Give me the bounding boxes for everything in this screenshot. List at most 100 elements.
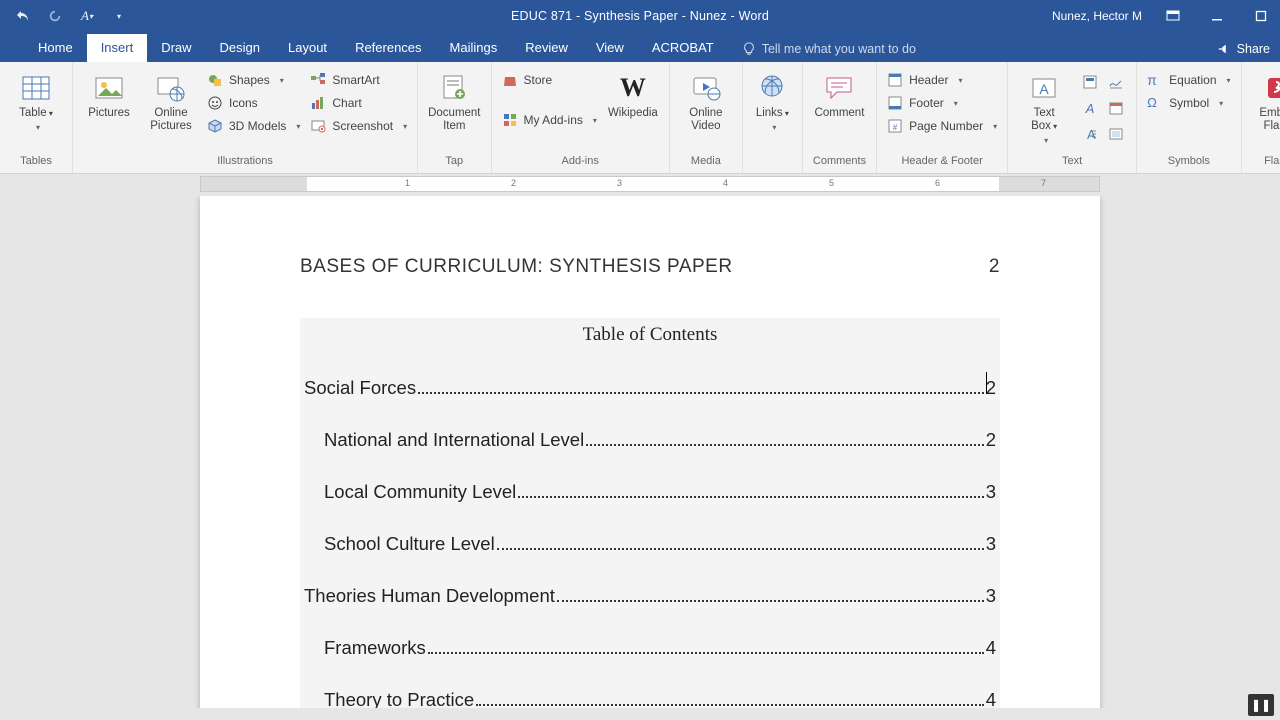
share-label: Share: [1237, 42, 1270, 56]
redo-icon[interactable]: [46, 7, 64, 25]
ribbon-display-icon[interactable]: [1160, 6, 1186, 26]
minimize-icon[interactable]: [1204, 6, 1230, 26]
toc-entry[interactable]: School Culture Level 3: [304, 533, 996, 555]
ruler[interactable]: 1 2 3 4 5 6 7: [0, 174, 1280, 196]
undo-icon[interactable]: [14, 7, 32, 25]
toc-leader-dots: [586, 444, 983, 446]
icons-icon: [207, 95, 223, 111]
chart-button[interactable]: Chart: [310, 95, 407, 111]
date-time-icon: [1108, 100, 1124, 116]
textbox-icon: A: [1028, 72, 1060, 104]
signature-line-button[interactable]: [1106, 72, 1126, 92]
page[interactable]: BASES OF CURRICULUM: SYNTHESIS PAPER 2 T…: [200, 196, 1100, 708]
table-button[interactable]: Table: [10, 66, 62, 132]
object-button[interactable]: [1106, 124, 1126, 144]
shapes-icon: [207, 72, 223, 88]
online-pictures-label: Online Pictures: [150, 107, 192, 133]
tab-design[interactable]: Design: [206, 34, 274, 62]
toc-entry[interactable]: Theories Human Development 3: [304, 585, 996, 607]
toc-entry-text: School Culture Level: [324, 533, 495, 555]
group-links-label: [753, 155, 792, 173]
wordart-button[interactable]: A: [1080, 98, 1100, 118]
group-addins: Store My Add-ins W Wikipedia Add-ins: [492, 62, 670, 173]
maximize-icon[interactable]: [1248, 6, 1274, 26]
tab-home[interactable]: Home: [24, 34, 87, 62]
group-flash: Embed Flash Flash: [1242, 62, 1280, 173]
tab-acrobat[interactable]: ACROBAT: [638, 34, 728, 62]
pictures-button[interactable]: Pictures: [83, 66, 135, 120]
footer-button[interactable]: Footer: [887, 95, 997, 111]
shapes-button[interactable]: Shapes: [207, 72, 300, 88]
3d-models-button[interactable]: 3D Models: [207, 118, 300, 134]
tab-review[interactable]: Review: [511, 34, 582, 62]
pictures-label: Pictures: [88, 107, 130, 120]
ruler-ticks: 1 2 3 4 5 6 7: [307, 177, 999, 191]
tab-mailings[interactable]: Mailings: [436, 34, 512, 62]
tab-insert[interactable]: Insert: [87, 34, 148, 62]
links-button[interactable]: Links: [746, 66, 798, 132]
toc-entry[interactable]: Theory to Practice 4: [304, 689, 996, 708]
qat-more-icon[interactable]: ▾: [110, 7, 128, 25]
toc-entry[interactable]: National and International Level 2: [304, 429, 996, 451]
page-number-button[interactable]: # Page Number: [887, 118, 997, 134]
comment-button[interactable]: Comment: [813, 66, 865, 120]
tab-layout[interactable]: Layout: [274, 34, 341, 62]
wikipedia-button[interactable]: W Wikipedia: [607, 66, 659, 120]
toc-field[interactable]: Table of Contents Social Forces 2 Nationa…: [300, 318, 1000, 708]
smartart-icon: [310, 72, 326, 88]
toc-title: Table of Contents: [304, 324, 996, 346]
embed-flash-label: Embed Flash: [1259, 107, 1280, 133]
header-button[interactable]: Header: [887, 72, 997, 88]
wikipedia-label: Wikipedia: [608, 107, 658, 120]
my-addins-button[interactable]: My Add-ins: [502, 112, 597, 128]
toc-entry-text: Theories Human Development: [304, 585, 555, 607]
tab-draw[interactable]: Draw: [147, 34, 205, 62]
svg-text:A: A: [1039, 81, 1049, 97]
toc-leader-dots: [497, 548, 984, 550]
group-media: Online Video Media: [670, 62, 743, 173]
ribbon: Table Tables Pictures Online Pictures: [0, 62, 1280, 174]
pause-overlay-icon: ❚❚: [1248, 694, 1274, 716]
symbol-button[interactable]: Ω Symbol: [1147, 95, 1230, 111]
screenshot-label: Screenshot: [332, 119, 393, 133]
store-button[interactable]: Store: [502, 72, 597, 88]
user-name[interactable]: Nunez, Hector M: [1052, 9, 1142, 23]
date-time-button[interactable]: [1106, 98, 1126, 118]
document-area[interactable]: BASES OF CURRICULUM: SYNTHESIS PAPER 2 T…: [0, 196, 1280, 708]
toc-entry[interactable]: Local Community Level 3: [304, 481, 996, 503]
toc-entry-text: Frameworks: [324, 637, 426, 659]
group-flash-label: Flash: [1252, 155, 1280, 173]
group-addins-label: Add-ins: [502, 155, 659, 173]
toc-entry[interactable]: Social Forces 2: [304, 374, 996, 399]
table-icon: [20, 72, 52, 104]
quick-parts-icon: [1082, 74, 1098, 90]
document-item-button[interactable]: Document Item: [428, 66, 480, 133]
group-illustrations-label: Illustrations: [83, 155, 407, 173]
tab-view[interactable]: View: [582, 34, 638, 62]
share-button[interactable]: Share: [1217, 42, 1270, 56]
quick-parts-button[interactable]: [1080, 72, 1100, 92]
group-illustrations: Pictures Online Pictures Shapes Icons: [73, 62, 418, 173]
toc-entry[interactable]: Frameworks 4: [304, 637, 996, 659]
online-pictures-icon: [155, 72, 187, 104]
store-icon: [502, 72, 518, 88]
drop-cap-button[interactable]: A: [1080, 124, 1100, 144]
toc-leader-dots: [476, 704, 984, 706]
icons-button[interactable]: Icons: [207, 95, 300, 111]
header-icon: [887, 72, 903, 88]
equation-button[interactable]: π Equation: [1147, 72, 1230, 88]
tell-me-search[interactable]: Tell me what you want to do: [742, 42, 916, 62]
textbox-button[interactable]: A Text Box: [1018, 66, 1070, 145]
group-links: Links: [743, 62, 803, 173]
embed-flash-button[interactable]: Embed Flash: [1252, 66, 1280, 133]
font-style-icon[interactable]: A▾: [78, 7, 96, 25]
online-video-button[interactable]: Online Video: [680, 66, 732, 133]
tab-references[interactable]: References: [341, 34, 435, 62]
toc-leader-dots: [428, 652, 984, 654]
online-pictures-button[interactable]: Online Pictures: [145, 66, 197, 133]
toc-entry-page: 2: [986, 377, 996, 399]
smartart-button[interactable]: SmartArt: [310, 72, 407, 88]
running-head: BASES OF CURRICULUM: SYNTHESIS PAPER 2: [300, 256, 1000, 278]
online-video-icon: [690, 72, 722, 104]
screenshot-button[interactable]: Screenshot: [310, 118, 407, 134]
